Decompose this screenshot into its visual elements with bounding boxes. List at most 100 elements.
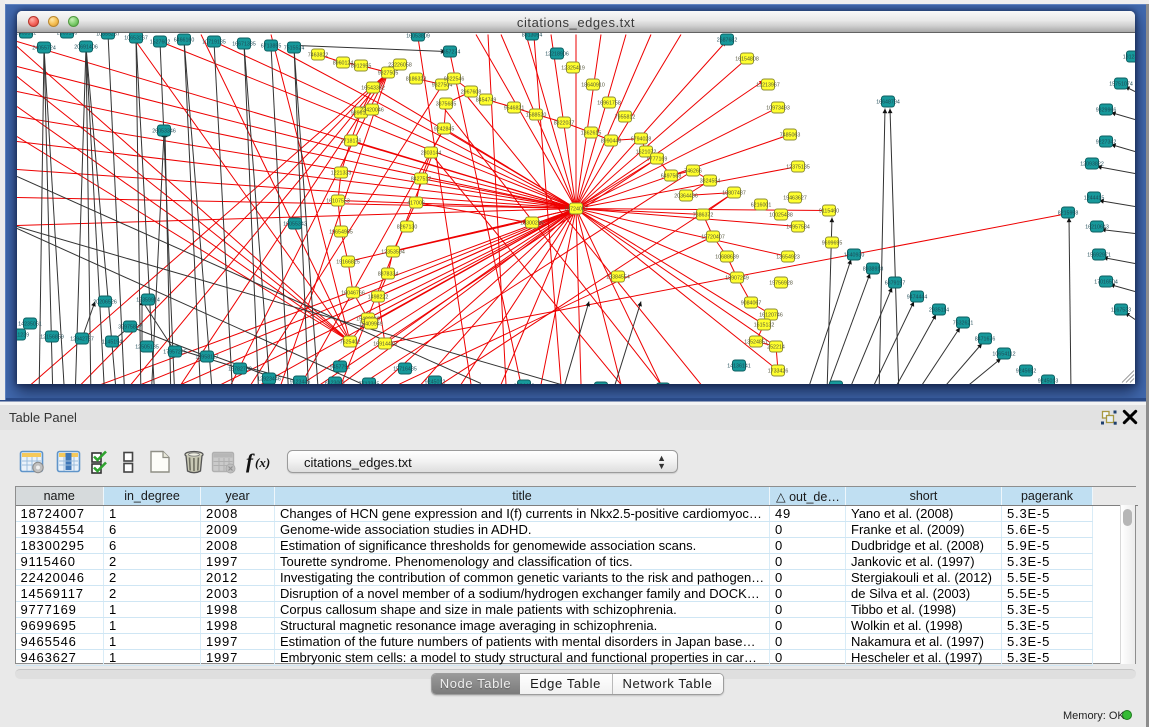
svg-text:2687682: 2687682 (717, 37, 738, 43)
svg-text:2935114: 2935114 (929, 307, 949, 313)
svg-text:12213967: 12213967 (756, 82, 780, 88)
svg-text:16671385: 16671385 (232, 41, 256, 47)
svg-text:8267130: 8267130 (397, 224, 418, 230)
svg-text:10025438: 10025438 (769, 212, 793, 218)
svg-text:7857274: 7857274 (440, 49, 461, 55)
svg-text:12353594: 12353594 (381, 249, 405, 255)
svg-text:20691406: 20691406 (74, 44, 98, 50)
svg-text:1498222: 1498222 (368, 294, 389, 300)
svg-text:16107553: 16107553 (326, 198, 350, 204)
svg-text:9245013: 9245013 (1038, 378, 1059, 384)
svg-text:417006: 417006 (407, 200, 425, 206)
svg-text:3824554: 3824554 (700, 178, 721, 184)
svg-text:8990448: 8990448 (601, 138, 622, 144)
svg-text:12942757: 12942757 (70, 336, 94, 342)
svg-text:12325419: 12325419 (561, 65, 585, 71)
svg-text:18640910: 18640910 (581, 82, 605, 88)
svg-text:6794028: 6794028 (631, 136, 652, 142)
svg-text:16154808: 16154808 (735, 56, 759, 62)
svg-text:6216001: 6216001 (751, 202, 772, 208)
svg-text:3911239: 3911239 (17, 332, 29, 338)
svg-text:9457791: 9457791 (330, 364, 351, 370)
svg-text:9084067: 9084067 (741, 300, 762, 306)
svg-text:26053346: 26053346 (152, 128, 176, 134)
svg-text:20206526: 20206526 (93, 299, 117, 305)
svg-text:1588520: 1588520 (526, 112, 547, 118)
svg-text:7485063: 7485063 (780, 132, 801, 138)
svg-text:8471676: 8471676 (975, 336, 996, 342)
svg-text:12156859: 12156859 (40, 334, 64, 340)
svg-text:252214: 252214 (767, 344, 785, 350)
svg-text:18907249: 18907249 (725, 275, 749, 281)
svg-text:14136141: 14136141 (727, 363, 751, 369)
svg-text:1615132: 1615132 (754, 322, 775, 328)
svg-text:2718176: 2718176 (341, 138, 362, 144)
svg-text:9242845: 9242845 (434, 126, 455, 132)
svg-text:8427512: 8427512 (411, 176, 432, 182)
svg-text:8322037: 8322037 (554, 120, 575, 126)
svg-text:14957584: 14957584 (786, 224, 810, 230)
svg-text:10973493: 10973493 (766, 105, 790, 111)
svg-text:12093822: 12093822 (1080, 161, 1104, 167)
svg-text:1167533: 1167533 (1111, 307, 1131, 313)
svg-text:7712345: 7712345 (359, 381, 380, 384)
svg-text:9777169: 9777169 (647, 156, 668, 162)
svg-text:9115460: 9115460 (819, 208, 839, 214)
svg-text:12375135: 12375135 (786, 164, 810, 170)
svg-text:9227342: 9227342 (1096, 139, 1117, 145)
svg-text:2967608: 2967608 (461, 89, 482, 95)
svg-text:(x): (x) (255, 455, 270, 470)
svg-text:6879197: 6879197 (885, 280, 906, 286)
svg-text:7955812: 7955812 (615, 114, 636, 120)
svg-text:10807487: 10807487 (722, 190, 746, 196)
svg-text:f: f (246, 450, 255, 473)
svg-text:3875685: 3875685 (436, 101, 457, 107)
svg-text:7632621: 7632621 (953, 320, 974, 326)
svg-text:10719185: 10719185 (202, 39, 226, 45)
svg-text:16046766: 16046766 (341, 290, 365, 296)
svg-text:1812345: 1812345 (1123, 54, 1135, 60)
svg-text:12359914: 12359914 (136, 297, 160, 303)
svg-text:13654923: 13654923 (776, 254, 800, 260)
svg-text:16210643: 16210643 (1085, 224, 1109, 230)
svg-text:8215958: 8215958 (1058, 210, 1079, 216)
svg-text:1244415: 1244415 (1084, 195, 1105, 201)
svg-text:1733426: 1733426 (768, 368, 789, 374)
svg-text:16782759: 16782759 (228, 366, 252, 372)
svg-text:10653267: 10653267 (124, 35, 148, 41)
svg-text:9546821: 9546821 (504, 105, 525, 111)
svg-text:15751074: 15751074 (1109, 81, 1133, 87)
svg-text:2403572: 2403572 (17, 33, 36, 37)
svg-text:8186323: 8186323 (406, 76, 427, 82)
svg-text:7515524: 7515524 (284, 45, 305, 51)
svg-text:12923446: 12923446 (257, 376, 281, 382)
svg-text:17957225: 17957225 (163, 349, 187, 355)
svg-text:19463627: 19463627 (783, 195, 807, 201)
svg-text:6466160: 6466160 (174, 37, 195, 43)
svg-text:10688639: 10688639 (715, 254, 739, 260)
svg-text:8878334: 8878334 (378, 271, 399, 277)
svg-text:15409949: 15409949 (359, 321, 383, 327)
svg-text:19756928: 19756928 (769, 280, 793, 286)
svg-text:1145194: 1145194 (102, 339, 122, 345)
svg-text:10958117: 10958117 (195, 354, 218, 360)
svg-text:14235061: 14235061 (18, 321, 42, 327)
svg-text:24055724: 24055724 (32, 45, 56, 51)
svg-text:6713855: 6713855 (261, 43, 282, 49)
svg-text:9474444: 9474444 (907, 294, 928, 300)
svg-text:7625402: 7625402 (340, 339, 361, 345)
svg-text:1527602: 1527602 (150, 39, 171, 45)
svg-text:9245012: 9245012 (425, 379, 446, 384)
svg-text:6497568: 6497568 (661, 173, 682, 179)
svg-text:13524851: 13524851 (744, 339, 768, 345)
svg-text:16961758: 16961758 (597, 100, 621, 106)
svg-text:12505135: 12505135 (135, 344, 159, 350)
svg-text:1362615: 1362615 (581, 130, 602, 136)
svg-text:1221333: 1221333 (331, 170, 352, 176)
svg-text:16055342: 16055342 (283, 221, 307, 227)
svg-text:9245652: 9245652 (1016, 368, 1037, 374)
svg-text:8454749: 8454749 (476, 97, 497, 103)
svg-text:7463822: 7463822 (308, 52, 329, 58)
svg-text:23420046: 23420046 (360, 107, 384, 113)
svg-text:16914479: 16914479 (373, 341, 397, 347)
